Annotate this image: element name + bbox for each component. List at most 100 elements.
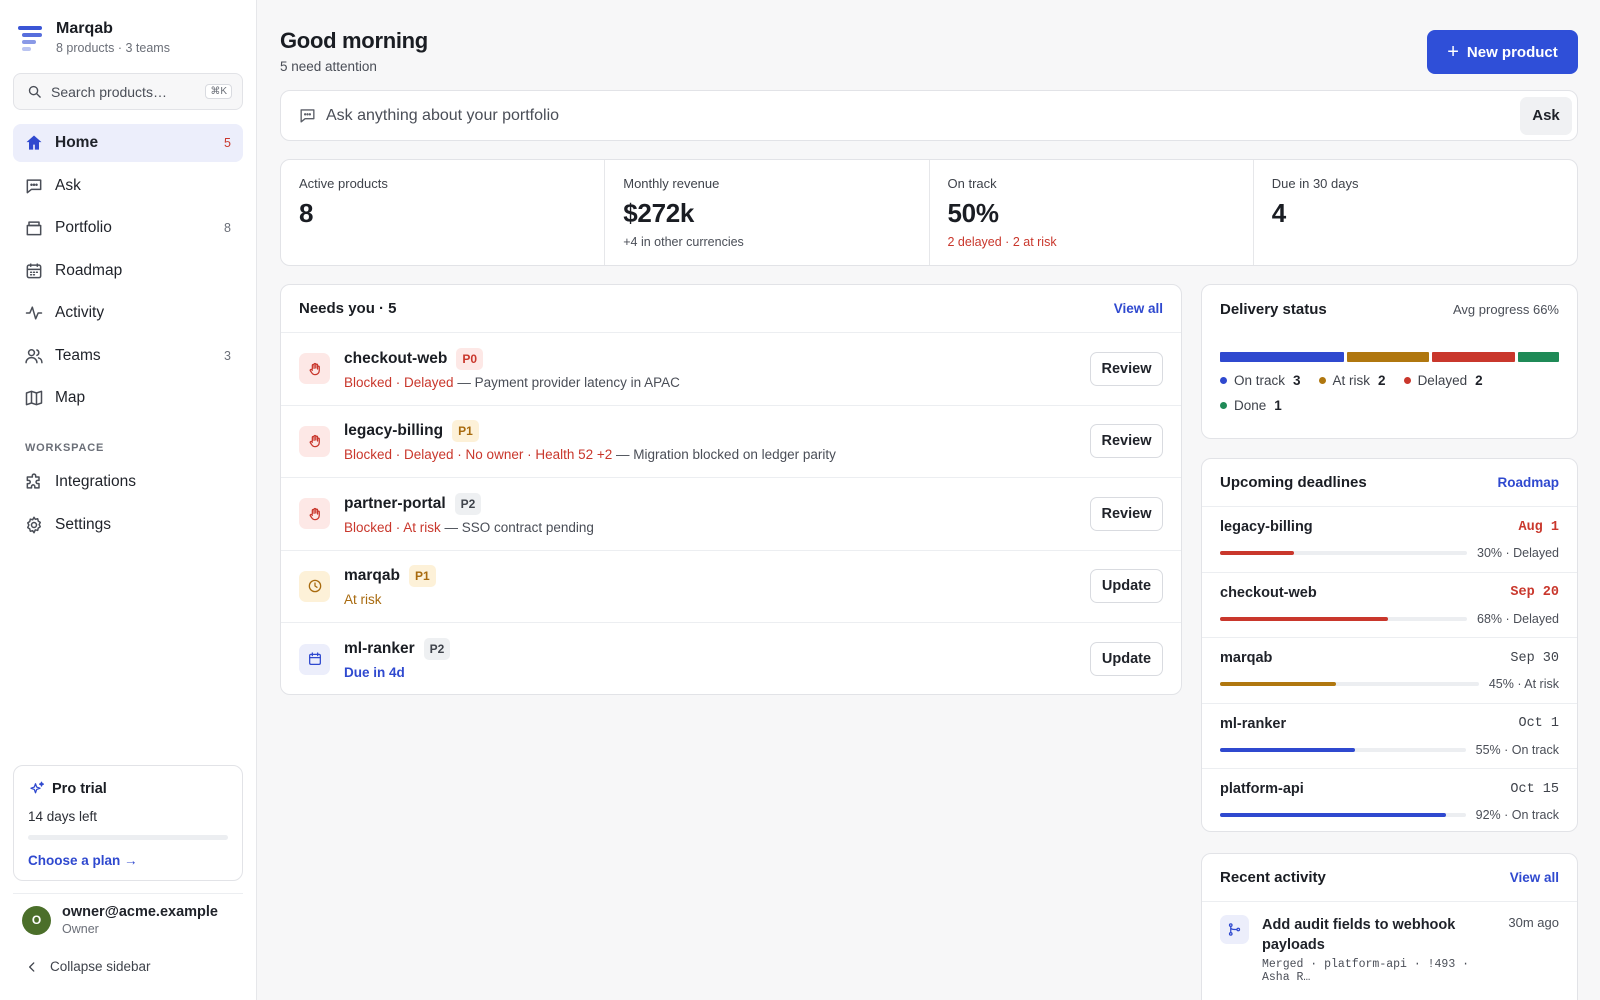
deadline-progress-track bbox=[1220, 616, 1467, 621]
deadline-row-legacy-billing[interactable]: legacy-billing Aug 1 30% · Delayed bbox=[1202, 507, 1577, 573]
deadline-row-platform-api[interactable]: platform-api Oct 15 92% · On track bbox=[1202, 769, 1577, 831]
ask-button[interactable]: Ask bbox=[1520, 96, 1572, 135]
need-product-name[interactable]: partner-portal bbox=[344, 495, 446, 513]
deadline-row-ml-ranker[interactable]: ml-ranker Oct 1 55% · On track bbox=[1202, 704, 1577, 769]
review-button[interactable]: Review bbox=[1090, 424, 1163, 459]
needs-you-title: Needs you · 5 bbox=[299, 300, 397, 317]
need-flags: At risk bbox=[344, 592, 382, 608]
needs-row-partner-portal[interactable]: partner-portal P2 Blocked · At risk — SSO … bbox=[281, 478, 1181, 551]
calendar-icon bbox=[26, 263, 42, 278]
legend-count: 2 bbox=[1378, 373, 1386, 388]
deadline-row-marqab[interactable]: marqab Sep 30 45% · At risk bbox=[1202, 638, 1577, 704]
sidebar-item-portfolio[interactable]: Portfolio 8 bbox=[13, 209, 243, 247]
sidebar-item-label: Integrations bbox=[55, 473, 136, 490]
needs-row-ml-ranker[interactable]: ml-ranker P2 Due in 4d Update bbox=[281, 623, 1181, 694]
review-button[interactable]: Review bbox=[1090, 351, 1163, 386]
need-product-name[interactable]: marqab bbox=[344, 567, 400, 585]
sidebar-item-teams[interactable]: Teams 3 bbox=[13, 337, 243, 375]
plus-icon: + bbox=[1447, 40, 1459, 63]
map-icon bbox=[25, 390, 43, 406]
legend-count: 2 bbox=[1475, 373, 1483, 388]
roadmap-link[interactable]: Roadmap bbox=[1497, 475, 1559, 490]
stat-value: 8 bbox=[299, 198, 314, 228]
sidebar-item-settings[interactable]: Settings bbox=[13, 506, 243, 544]
legend-label: Done bbox=[1234, 398, 1267, 413]
user-menu[interactable]: O owner@acme.example Owner bbox=[13, 893, 243, 936]
deadline-progress-fill bbox=[1220, 551, 1295, 555]
pro-trial-card: Pro trial 14 days left Choose a plan → bbox=[13, 765, 243, 881]
deadline-progress-fill bbox=[1220, 747, 1356, 752]
choose-plan-link[interactable]: Choose a plan → bbox=[28, 853, 228, 868]
avg-progress: Avg progress 66% bbox=[1453, 301, 1559, 317]
need-product-name[interactable]: checkout-web bbox=[344, 350, 447, 368]
deadline-status: 30% · Delayed bbox=[1477, 546, 1559, 560]
sidebar-item-count: 5 bbox=[224, 136, 231, 150]
ask-placeholder: Ask anything about your portfolio bbox=[326, 106, 560, 124]
delivery-segment-delayed bbox=[1432, 352, 1515, 362]
sidebar-item-roadmap[interactable]: Roadmap bbox=[13, 252, 243, 290]
update-button[interactable]: Update bbox=[1090, 642, 1163, 677]
brand[interactable]: Marqab 8 products · 3 teams bbox=[18, 20, 170, 56]
need-product-name[interactable]: legacy-billing bbox=[344, 422, 443, 440]
deadline-row-checkout-web[interactable]: checkout-web Sep 20 68% · Delayed bbox=[1202, 573, 1577, 638]
deadline-product-name: marqab bbox=[1220, 650, 1273, 666]
sidebar-item-activity[interactable]: Activity bbox=[13, 294, 243, 332]
home-icon bbox=[26, 135, 42, 150]
activity-title: Recent activity bbox=[1220, 869, 1326, 886]
user-role: Owner bbox=[62, 922, 99, 936]
need-note: — SSO contract pending bbox=[440, 519, 594, 535]
new-product-button[interactable]: + New product bbox=[1427, 30, 1578, 74]
delivery-segment-on-track bbox=[1220, 352, 1344, 362]
pro-trial-title: Pro trial bbox=[52, 781, 107, 797]
sidebar-item-map[interactable]: Map bbox=[13, 379, 243, 417]
activity-view-all-link[interactable]: View all bbox=[1510, 870, 1559, 885]
activity-item[interactable]: Add audit fields to webhook payloads Mer… bbox=[1202, 902, 1577, 997]
pulse-icon bbox=[25, 306, 43, 320]
legend-item: On track 3 bbox=[1220, 373, 1301, 388]
sidebar-item-label: Roadmap bbox=[55, 261, 123, 279]
sidebar-item-ask[interactable]: Ask bbox=[13, 167, 243, 205]
needs-row-marqab[interactable]: marqab P1 At risk Update bbox=[281, 551, 1181, 623]
brand-subtitle: 8 products · 3 teams bbox=[56, 41, 170, 55]
needs-view-all-link[interactable]: View all bbox=[1114, 301, 1163, 316]
sidebar-item-label: Settings bbox=[55, 515, 112, 533]
sidebar-item-count: 3 bbox=[224, 348, 231, 363]
priority-badge: P2 bbox=[454, 492, 482, 515]
deadline-product-name: ml-ranker bbox=[1220, 715, 1287, 732]
deadline-progress-track bbox=[1220, 682, 1479, 686]
deadline-date: Oct 15 bbox=[1510, 781, 1559, 797]
sidebar-item-integrations[interactable]: Integrations bbox=[13, 463, 243, 501]
stat-monthly-revenue: Monthly revenue $272k +4 in other curren… bbox=[605, 160, 930, 265]
search-input[interactable]: Search products… ⌘K bbox=[13, 73, 243, 110]
ask-input[interactable]: Ask anything about your portfolio Ask bbox=[280, 90, 1578, 141]
collapse-sidebar-button[interactable]: Collapse sidebar bbox=[25, 959, 151, 974]
sidebar-item-label: Map bbox=[55, 389, 86, 406]
collapse-sidebar-label: Collapse sidebar bbox=[50, 959, 151, 974]
delivery-segment-at-risk bbox=[1346, 352, 1430, 362]
sidebar-item-home[interactable]: Home 5 bbox=[13, 124, 243, 162]
page-title: Good morning bbox=[280, 28, 428, 53]
activity-meta: Merged · platform-api · !493 · Asha R… bbox=[1262, 958, 1470, 984]
search-icon bbox=[28, 85, 41, 98]
search-shortcut: ⌘K bbox=[205, 84, 232, 99]
deadlines-list: legacy-billing Aug 1 30% · Delayed checkout… bbox=[1202, 507, 1577, 831]
review-button[interactable]: Review bbox=[1090, 496, 1163, 531]
sidebar-item-label: Teams bbox=[55, 346, 101, 364]
update-button[interactable]: Update bbox=[1090, 569, 1163, 604]
stat-active-products: Active products 8 bbox=[281, 160, 606, 265]
activity-time: 30m ago bbox=[1508, 915, 1559, 930]
need-status-icon-wrap bbox=[299, 643, 330, 675]
stat-value: $272k bbox=[623, 198, 695, 228]
sidebar-item-label: Home bbox=[55, 134, 99, 151]
needs-row-legacy-billing[interactable]: legacy-billing P1 Blocked · Delayed · No o… bbox=[281, 406, 1181, 478]
deadline-progress-track bbox=[1220, 747, 1466, 752]
stat-label: Active products bbox=[299, 176, 388, 191]
deadline-product-name: checkout-web bbox=[1220, 584, 1317, 601]
need-product-name[interactable]: ml-ranker bbox=[344, 640, 415, 658]
deadline-status: 45% · At risk bbox=[1488, 677, 1559, 691]
hand-icon bbox=[309, 507, 320, 521]
sparkles-icon bbox=[30, 781, 45, 794]
needs-row-checkout-web[interactable]: checkout-web P0 Blocked · Delayed — Paymen… bbox=[281, 333, 1181, 406]
new-product-label: New product bbox=[1466, 43, 1558, 61]
legend-label: Delayed bbox=[1417, 373, 1468, 388]
